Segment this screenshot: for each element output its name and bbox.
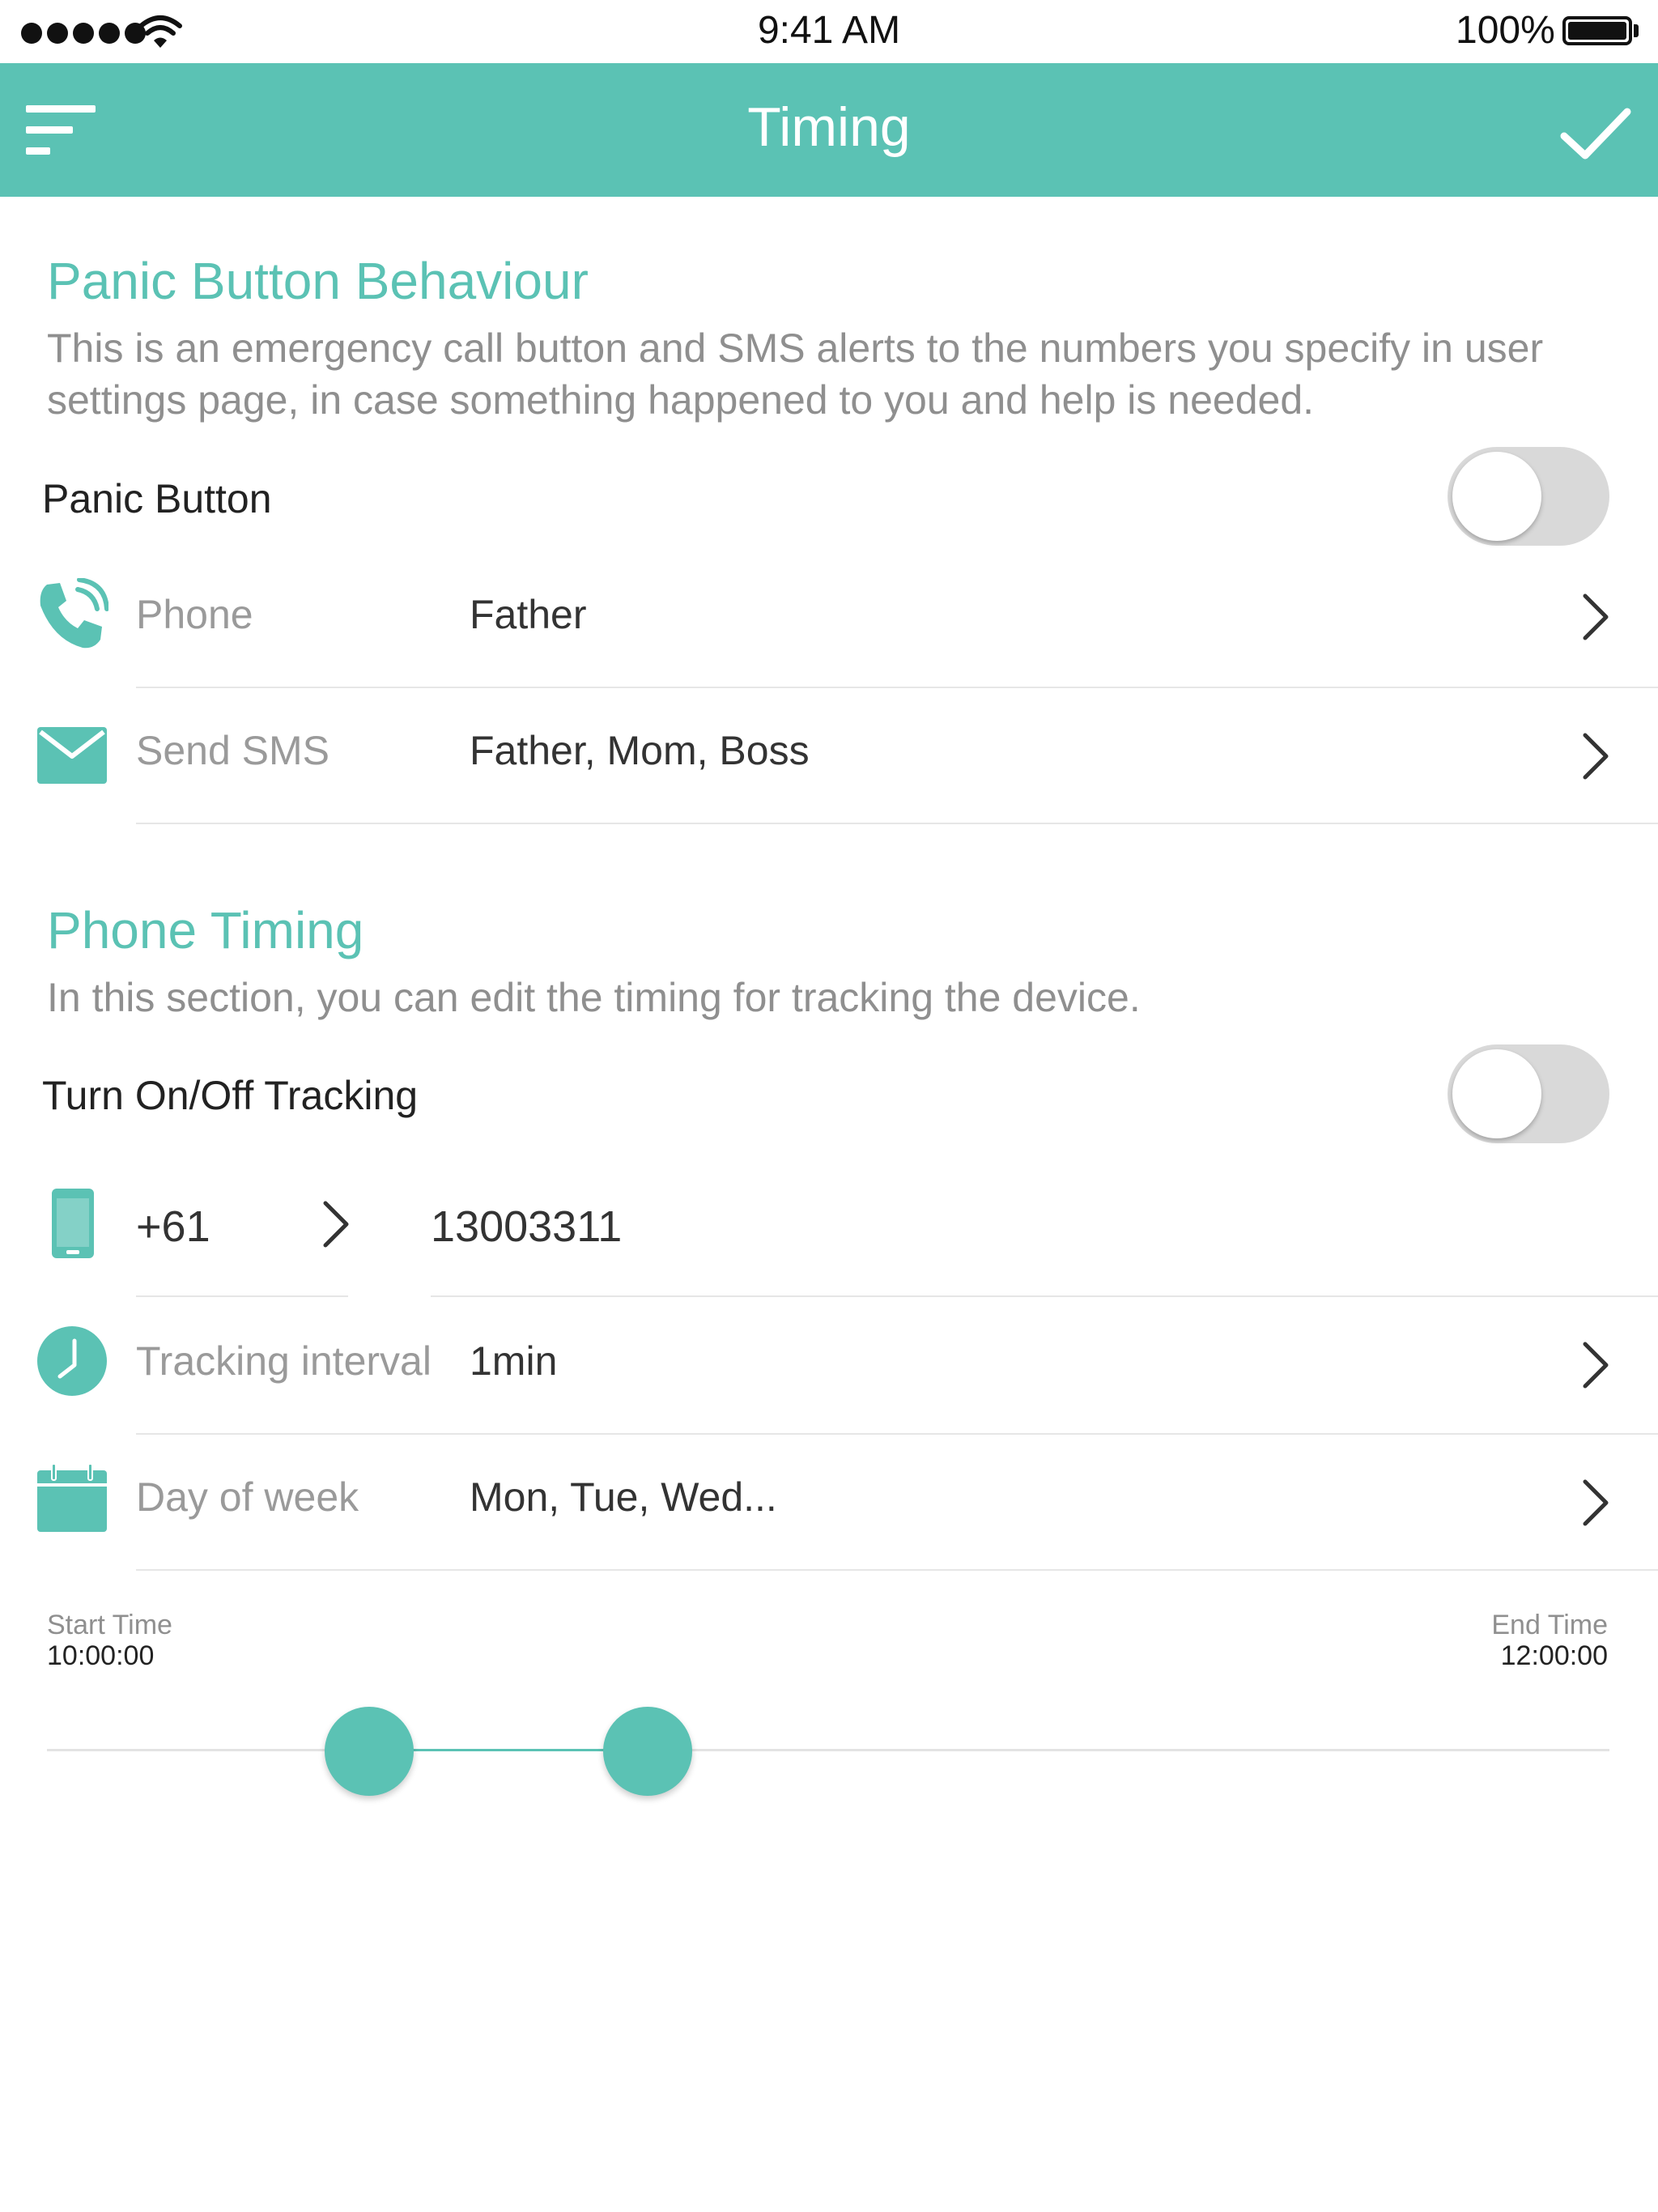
day-of-week-label: Day of week (136, 1474, 359, 1520)
panic-section-description: This is an emergency call button and SMS… (47, 325, 1544, 423)
country-code-underline (136, 1295, 348, 1297)
send-sms-value: Father, Mom, Boss (470, 728, 810, 773)
start-time-value: 10:00:00 (47, 1640, 155, 1671)
phone-timing-title: Phone Timing (47, 901, 364, 959)
clock-icon (37, 1326, 107, 1396)
checkmark-icon[interactable] (1559, 105, 1632, 162)
end-time-label: End Time (1491, 1610, 1608, 1640)
end-time-value: 12:00:00 (1500, 1640, 1608, 1671)
chevron-right-icon (1583, 733, 1609, 780)
country-code[interactable]: +61 (136, 1202, 210, 1252)
phone-label: Phone (136, 592, 253, 637)
tracking-interval-label: Tracking interval (136, 1338, 432, 1384)
chevron-right-icon (1583, 1479, 1609, 1526)
battery-percentage: 100% (1456, 9, 1555, 52)
mobile-phone-icon (52, 1189, 94, 1258)
divider (136, 823, 1658, 824)
divider (136, 1569, 1658, 1571)
day-of-week-value: Mon, Tue, Wed... (470, 1474, 777, 1520)
phone-icon (40, 578, 108, 649)
tracking-interval-value: 1min (470, 1338, 558, 1384)
phone-value: Father (470, 592, 587, 637)
chevron-right-icon[interactable] (319, 1198, 355, 1250)
start-time-label: Start Time (47, 1610, 172, 1640)
status-time: 9:41 AM (757, 9, 901, 52)
phone-timing-description: In this section, you can edit the timing… (47, 975, 1141, 1020)
panic-button-toggle[interactable] (1448, 447, 1609, 546)
tracking-toggle-label: Turn On/Off Tracking (42, 1073, 419, 1118)
start-time-slider-handle[interactable] (325, 1707, 414, 1796)
time-range-slider-track (47, 1749, 1609, 1751)
send-sms-label: Send SMS (136, 728, 330, 773)
phone-number-underline (431, 1295, 1658, 1297)
panic-section-title: Panic Button Behaviour (47, 252, 589, 310)
mail-icon (37, 727, 107, 784)
end-time-slider-handle[interactable] (603, 1707, 692, 1796)
panic-button-label: Panic Button (42, 476, 272, 521)
battery-icon (1562, 16, 1632, 45)
calendar-icon (37, 1463, 107, 1532)
battery-tip (1634, 24, 1639, 37)
chevron-right-icon (1583, 1342, 1609, 1389)
tracking-toggle[interactable] (1448, 1044, 1609, 1143)
page-title: Timing (747, 96, 911, 158)
phone-number-input[interactable]: 13003311 (431, 1202, 622, 1252)
chevron-right-icon (1583, 593, 1609, 640)
